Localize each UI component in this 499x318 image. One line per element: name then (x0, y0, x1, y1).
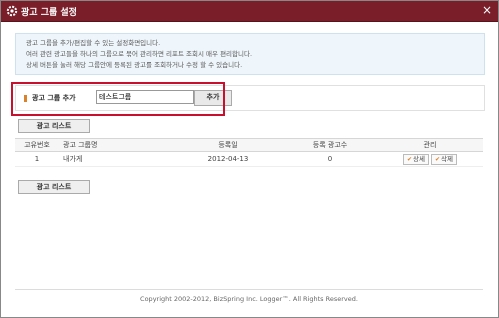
gear-icon (6, 5, 18, 17)
check-icon: ✔ (435, 155, 441, 163)
delete-button[interactable]: ✔삭제 (431, 153, 457, 165)
delete-label: 삭제 (441, 154, 453, 163)
close-icon[interactable]: × (482, 3, 492, 17)
detail-label: 상세 (413, 154, 425, 163)
group-table: 고유번호 광고 그룹명 등록일 등록 광고수 관리 1 내가게 2012-04-… (15, 138, 483, 167)
col-id-header: 고유번호 (15, 138, 59, 152)
footer-divider (15, 289, 483, 290)
add-group-row: 광고 그룹 추가 추가 (15, 85, 485, 111)
col-count-header: 등록 광고수 (283, 138, 377, 152)
dialog-window: 광고 그룹 설정 × 광고 그룹을 추가/편집할 수 있는 설정화면입니다. 여… (0, 0, 499, 318)
info-line-2: 여러 관련 광고들을 하나의 그룹으로 묶어 관리하면 리포트 조회시 매우 편… (26, 50, 253, 58)
col-name-header: 광고 그룹명 (59, 138, 173, 152)
cell-id: 1 (15, 151, 59, 167)
add-button[interactable]: 추가 (194, 90, 232, 106)
detail-button[interactable]: ✔상세 (403, 153, 429, 165)
title-bar: 광고 그룹 설정 × (1, 1, 498, 22)
ad-list-button-top[interactable]: 광고 리스트 (18, 119, 90, 133)
cell-manage: ✔상세 ✔삭제 (377, 151, 483, 167)
table-header-row: 고유번호 광고 그룹명 등록일 등록 광고수 관리 (15, 138, 483, 152)
info-line-3: 상세 버튼을 눌러 해당 그룹안에 등록된 광고를 조회하거나 수정 할 수 있… (26, 61, 243, 69)
group-name-input[interactable] (96, 90, 194, 104)
check-icon: ✔ (407, 155, 413, 163)
footer-copyright: Copyright 2002-2012, BizSpring Inc. Logg… (140, 295, 358, 303)
bullet-icon (24, 95, 27, 102)
table-row: 1 내가게 2012-04-13 0 ✔상세 ✔삭제 (15, 151, 483, 167)
info-line-1: 광고 그룹을 추가/편집할 수 있는 설정화면입니다. (26, 39, 161, 47)
cell-count: 0 (283, 151, 377, 167)
cell-name: 내가게 (59, 151, 173, 167)
window-title: 광고 그룹 설정 (21, 8, 77, 18)
col-date-header: 등록일 (173, 138, 283, 152)
info-box: 광고 그룹을 추가/편집할 수 있는 설정화면입니다. 여러 관련 광고들을 하… (15, 33, 485, 75)
ad-list-button-bottom[interactable]: 광고 리스트 (18, 180, 90, 194)
add-group-label: 광고 그룹 추가 (32, 94, 76, 102)
cell-date: 2012-04-13 (173, 151, 283, 167)
col-manage-header: 관리 (377, 138, 483, 152)
